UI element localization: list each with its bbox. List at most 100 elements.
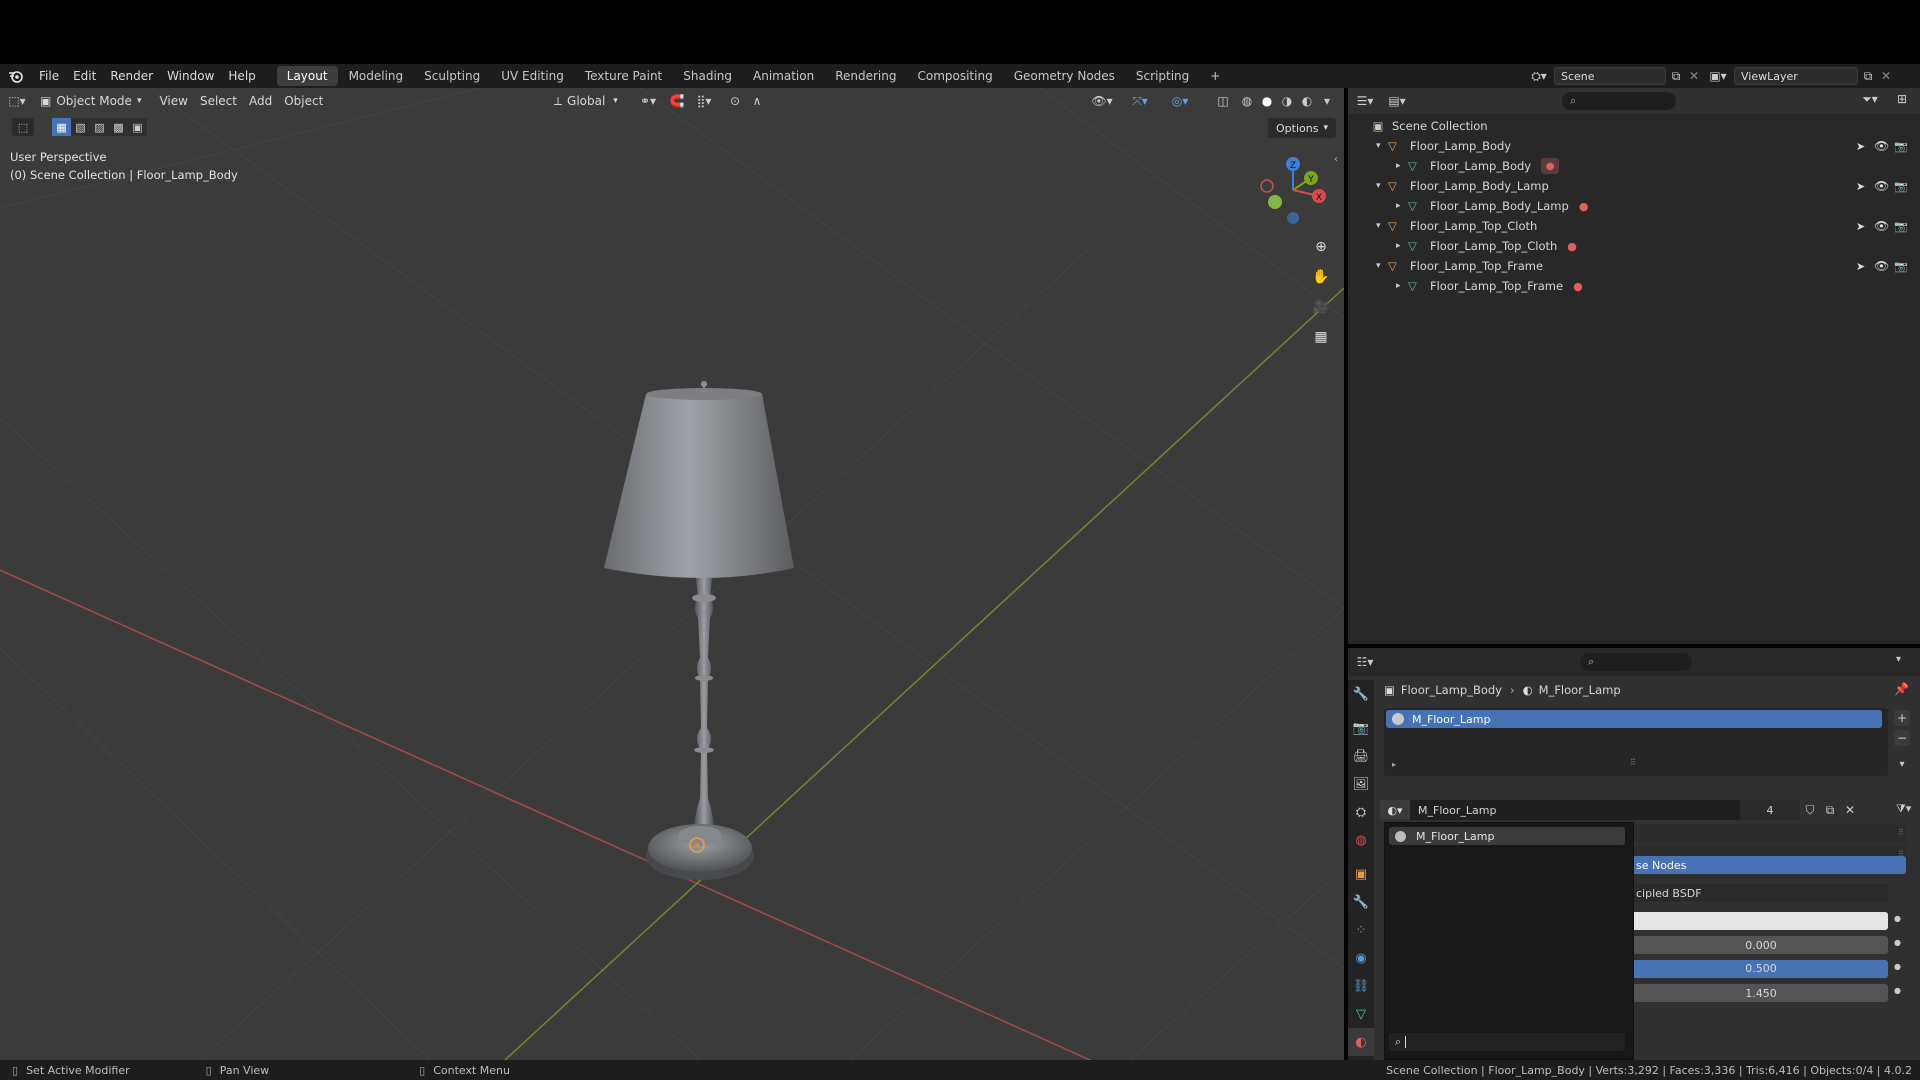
metallic-field[interactable]: 0.000 — [1634, 936, 1888, 954]
expand-arrow-icon[interactable]: ▾ — [1376, 261, 1388, 271]
surface-shader-field[interactable]: cipled BSDF — [1634, 884, 1888, 902]
floor-lamp-model[interactable] — [594, 298, 814, 858]
tab-uv-editing[interactable]: UV Editing — [491, 66, 574, 86]
camera-render-icon[interactable]: 📷 — [1894, 260, 1908, 273]
slot-specials-button[interactable]: ▾ — [1894, 756, 1910, 772]
menu-window[interactable]: Window — [160, 64, 221, 88]
material-slot-item[interactable]: M_Floor_Lamp — [1386, 710, 1882, 728]
outliner-object-row[interactable]: ▾ ▽ Floor_Lamp_Top_Cloth ➤ 👁 📷 — [1348, 216, 1920, 236]
duplicate-material-icon[interactable]: ⧉ — [1820, 803, 1840, 818]
tool-tab-icon[interactable]: 🔧 — [1348, 680, 1374, 708]
outliner-editor-icon[interactable]: ☰▾ — [1348, 94, 1382, 108]
select-subtract-icon[interactable]: ▨ — [90, 118, 109, 136]
scene-collection-row[interactable]: ▣ Scene Collection — [1348, 116, 1920, 136]
falloff-icon[interactable]: ∧ — [746, 91, 768, 111]
camera-render-icon[interactable]: 📷 — [1894, 220, 1908, 233]
tab-layout[interactable]: Layout — [276, 66, 338, 86]
blender-logo-icon[interactable] — [0, 64, 32, 88]
expand-arrow-icon[interactable]: ▸ — [1396, 241, 1408, 251]
selectable-cursor-icon[interactable]: ➤ — [1856, 220, 1865, 233]
menu-object[interactable]: Object — [278, 91, 329, 111]
tab-geometry-nodes[interactable]: Geometry Nodes — [1004, 66, 1125, 86]
proportional-edit-icon[interactable]: ⊙ — [724, 91, 746, 111]
base-color-swatch[interactable] — [1634, 912, 1888, 930]
menu-file[interactable]: File — [32, 64, 66, 88]
keyframe-dot-icon[interactable]: ● — [1894, 914, 1901, 923]
constraints-tab-icon[interactable]: ⛓ — [1348, 972, 1374, 1000]
render-tab-icon[interactable]: 📷 — [1348, 714, 1374, 742]
options-dropdown[interactable]: Options ▾ — [1268, 118, 1336, 138]
solid-shading-icon[interactable]: ● — [1256, 91, 1278, 111]
menu-add[interactable]: Add — [243, 91, 278, 111]
outliner-object-row[interactable]: ▾ ▽ Floor_Lamp_Body_Lamp ➤ 👁 📷 — [1348, 176, 1920, 196]
keyframe-dot-icon[interactable]: ● — [1894, 986, 1901, 995]
delete-scene-icon[interactable]: ✕ — [1686, 69, 1702, 83]
expand-arrow-icon[interactable]: ▾ — [1376, 181, 1388, 191]
tab-texture-paint[interactable]: Texture Paint — [575, 66, 672, 86]
menu-edit[interactable]: Edit — [66, 64, 103, 88]
wireframe-shading-icon[interactable]: ◍ — [1236, 91, 1258, 111]
object-mode-dropdown[interactable]: ▣ Object Mode ▾ — [34, 91, 147, 111]
snap-icon[interactable]: 🧲 — [666, 91, 688, 111]
select-invert-icon[interactable]: ▩ — [109, 118, 128, 136]
eye-icon[interactable]: 👁 — [1874, 219, 1889, 233]
selectable-cursor-icon[interactable]: ➤ — [1856, 260, 1865, 273]
select-new-icon[interactable]: ▦ — [52, 118, 71, 136]
navigation-gizmo[interactable]: Z Y X — [1253, 150, 1333, 230]
expand-arrow-icon[interactable]: ▸ — [1396, 281, 1408, 291]
add-slot-button[interactable]: + — [1894, 710, 1910, 726]
scene-icon[interactable]: ⛭▾ — [1524, 69, 1554, 84]
selectable-cursor-icon[interactable]: ➤ — [1856, 180, 1865, 193]
tab-modeling[interactable]: Modeling — [339, 66, 414, 86]
keyframe-dot-icon[interactable]: ● — [1894, 962, 1901, 971]
material-name-field[interactable]: M_Floor_Lamp — [1410, 800, 1740, 820]
sidebar-toggle-icon[interactable]: ‹ — [1334, 154, 1338, 165]
resize-handle-icon[interactable]: ⠿ — [1630, 758, 1636, 767]
new-view-layer-icon[interactable]: ⧉ — [1858, 69, 1878, 84]
pin-icon[interactable]: 📌 — [1894, 682, 1909, 696]
camera-render-icon[interactable]: 📷 — [1894, 140, 1908, 153]
outliner-search-input[interactable]: ⌕ — [1562, 92, 1676, 110]
eye-icon[interactable]: 👁 — [1874, 179, 1889, 193]
modifier-tab-icon[interactable]: 🔧 — [1348, 888, 1374, 916]
new-collection-icon[interactable]: ⊞ — [1892, 92, 1912, 106]
view-layer-field[interactable]: ViewLayer — [1734, 67, 1858, 85]
user-count-field[interactable]: 4 — [1740, 800, 1800, 820]
ior-field[interactable]: 1.450 — [1634, 984, 1888, 1002]
preview-panel-header[interactable] — [1634, 824, 1906, 842]
transform-orientation-dropdown[interactable]: ⟂ Global ▾ — [548, 91, 624, 111]
camera-render-icon[interactable]: 📷 — [1894, 180, 1908, 193]
pivot-point-icon[interactable]: ⚭▾ — [634, 91, 662, 111]
data-tab-icon[interactable]: ▽ — [1348, 1000, 1374, 1028]
outliner-mesh-row[interactable]: ▸ ▽ Floor_Lamp_Body ● — [1348, 156, 1920, 176]
physics-tab-icon[interactable]: ◉ — [1348, 944, 1374, 972]
remove-slot-button[interactable]: − — [1894, 730, 1910, 746]
menu-render[interactable]: Render — [103, 64, 160, 88]
expand-arrow-icon[interactable]: ▾ — [1376, 221, 1388, 231]
unlink-material-icon[interactable]: ✕ — [1840, 803, 1860, 817]
properties-editor-icon[interactable]: ☷▾ — [1348, 655, 1382, 669]
expand-arrow-icon[interactable]: ▸ — [1396, 201, 1408, 211]
view-layer-icon[interactable]: ▣▾ — [1702, 69, 1734, 83]
filter-icon[interactable]: ⏷▾ — [1856, 92, 1884, 107]
add-workspace-button[interactable]: + — [1200, 66, 1230, 86]
editor-type-icon[interactable]: ⬚▾ — [0, 91, 34, 111]
tab-animation[interactable]: Animation — [743, 66, 824, 86]
drag-handle-icon[interactable]: ⠿ — [1898, 828, 1904, 837]
shading-options-icon[interactable]: ▾ — [1316, 91, 1338, 111]
camera-view-icon[interactable]: 🎥 — [1310, 296, 1332, 318]
eye-icon[interactable]: 👁 — [1874, 259, 1889, 273]
particles-tab-icon[interactable]: ⁘ — [1348, 916, 1374, 944]
pan-hand-icon[interactable]: ✋ — [1310, 266, 1332, 288]
tab-sculpting[interactable]: Sculpting — [414, 66, 490, 86]
select-intersect-icon[interactable]: ▣ — [128, 118, 147, 136]
snap-target-icon[interactable]: ⣿▾ — [690, 91, 718, 111]
expand-arrow-icon[interactable]: ▾ — [1376, 141, 1388, 151]
outliner-object-row[interactable]: ▾ ▽ Floor_Lamp_Top_Frame ➤ 👁 📷 — [1348, 256, 1920, 276]
menu-select[interactable]: Select — [194, 91, 243, 111]
tab-scripting[interactable]: Scripting — [1126, 66, 1199, 86]
expand-arrow-icon[interactable]: ▸ — [1392, 760, 1396, 769]
expand-arrow-icon[interactable]: ▸ — [1396, 161, 1408, 171]
browse-material-button[interactable]: ◐▾ — [1380, 800, 1410, 820]
new-scene-icon[interactable]: ⧉ — [1666, 69, 1686, 84]
